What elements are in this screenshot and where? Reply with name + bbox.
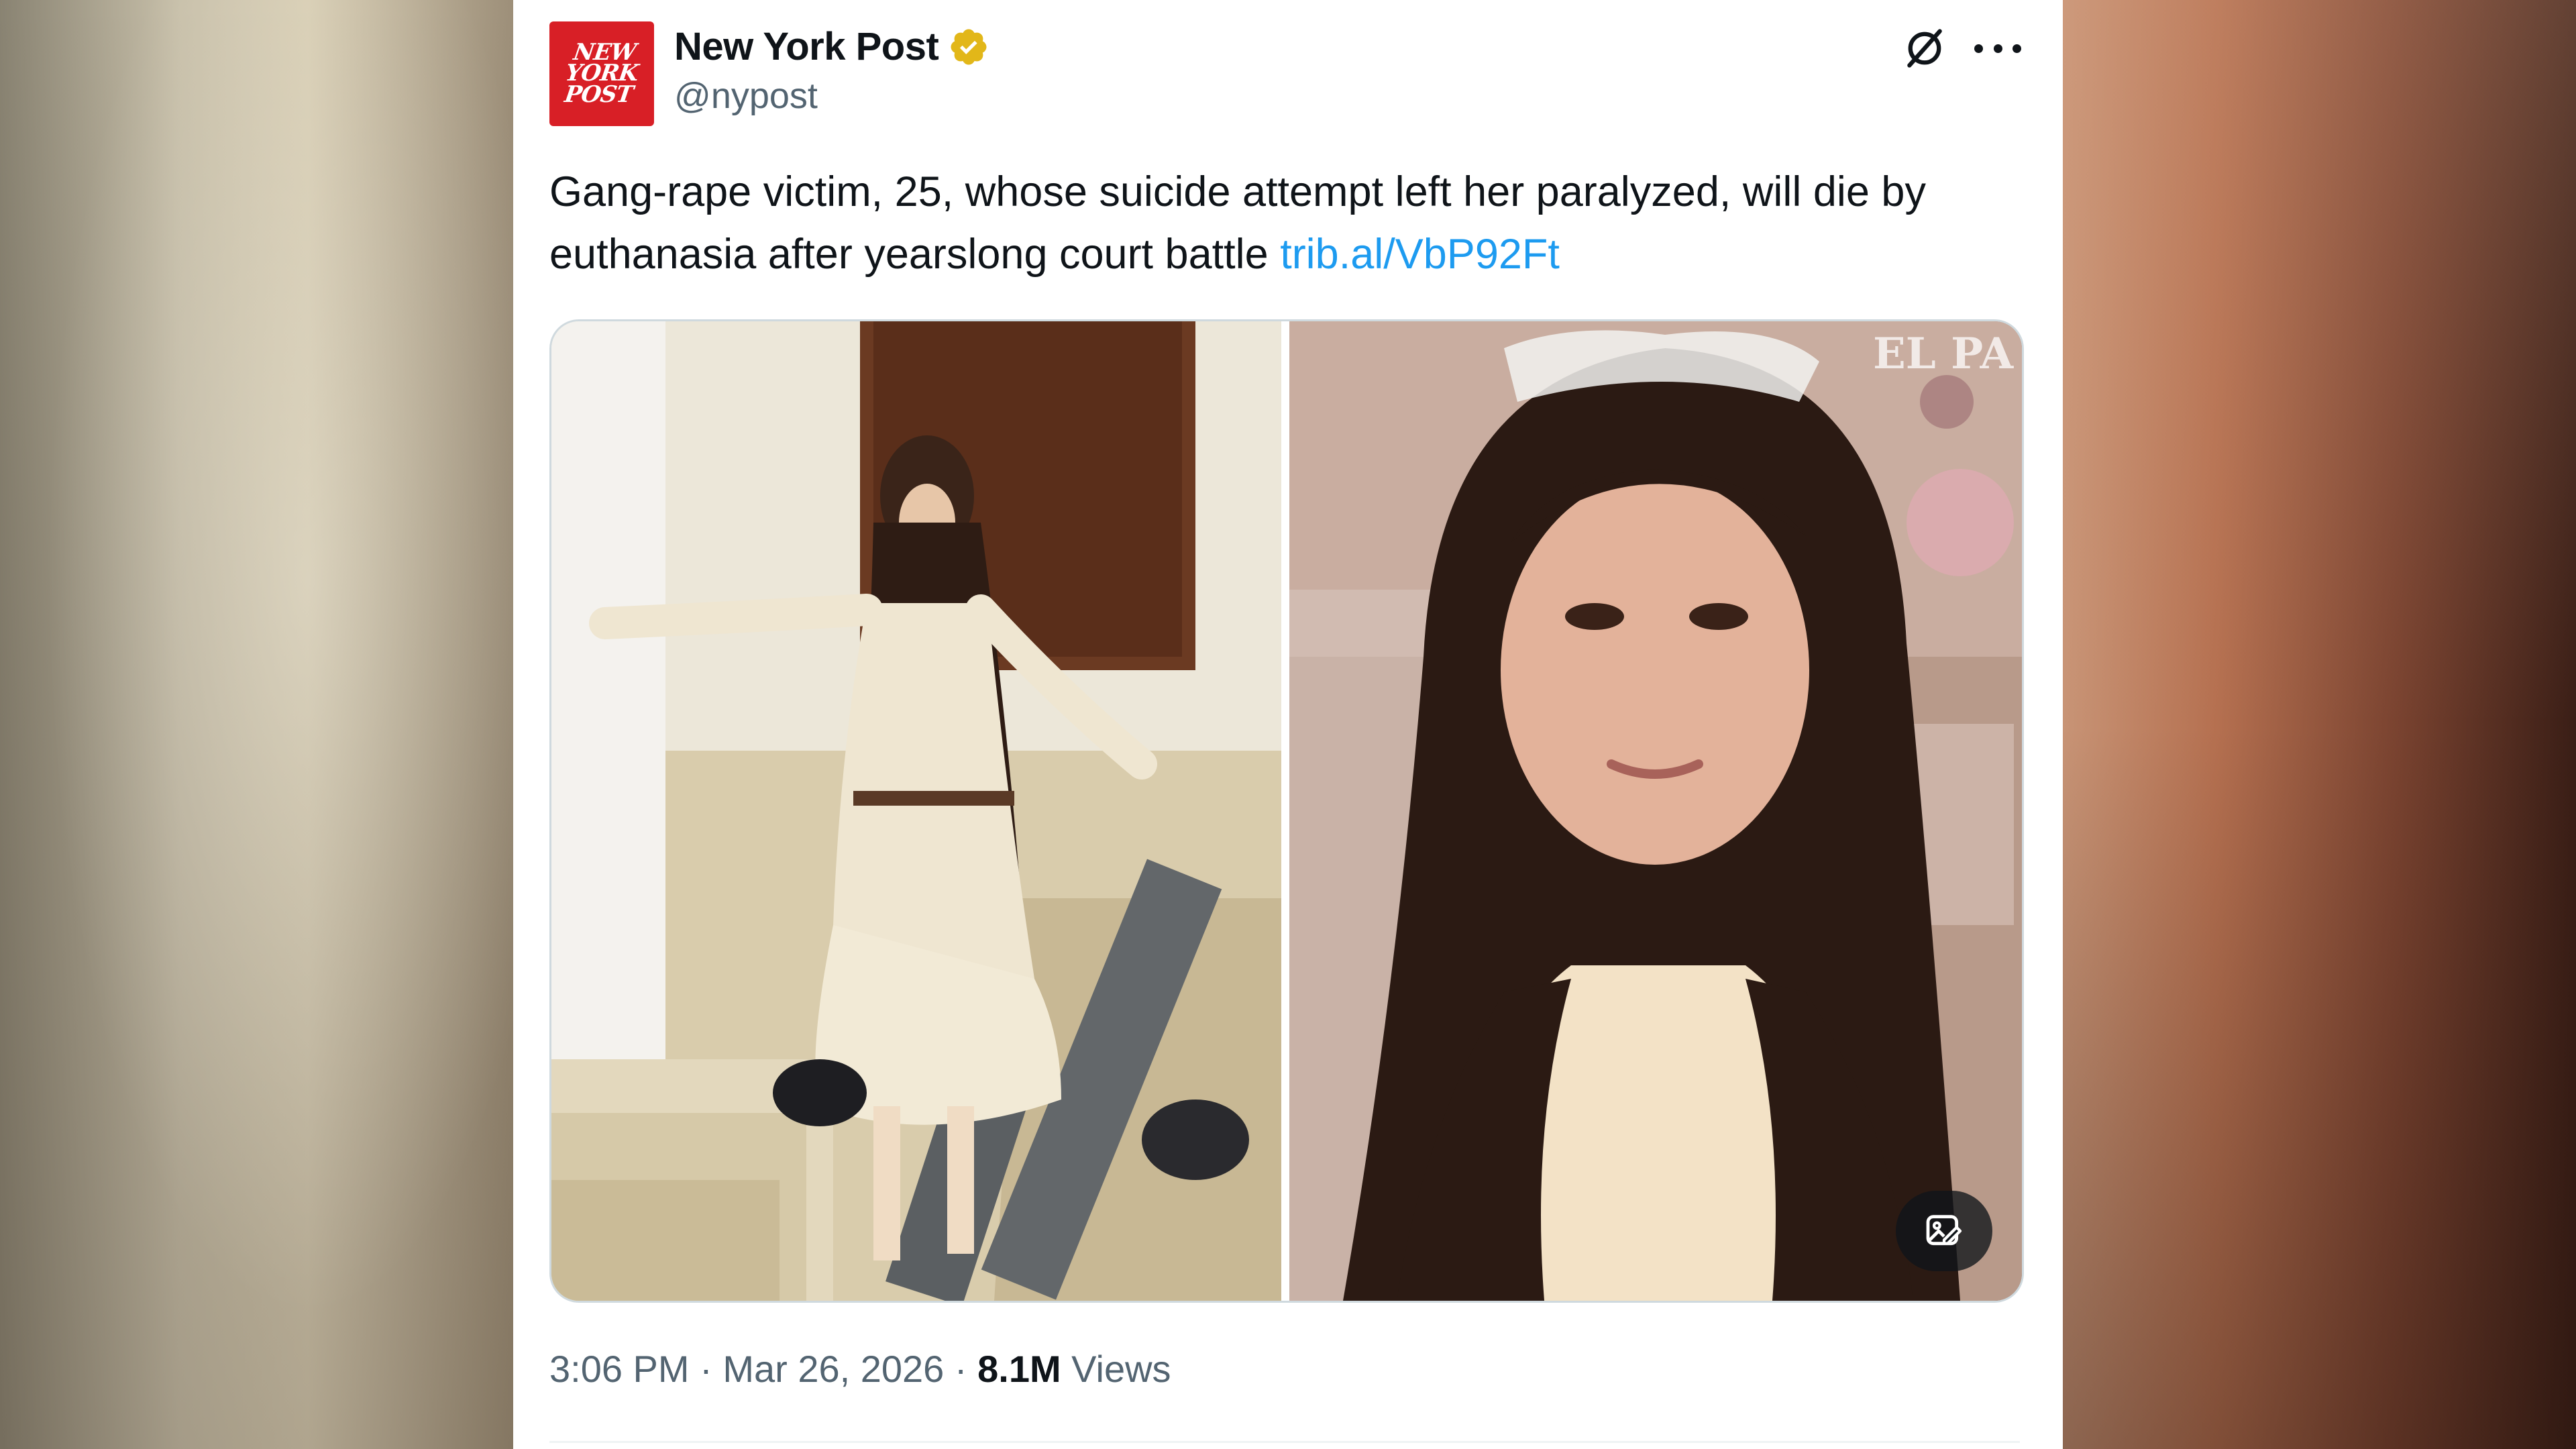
avatar-logo: NEW YORK POST xyxy=(563,39,640,108)
more-icon[interactable] xyxy=(1974,34,2021,63)
tweet-card[interactable]: NEW YORK POST New York Post @nypost Gang… xyxy=(513,0,2063,1449)
author-name-row: New York Post xyxy=(674,24,989,69)
photo-staircase-illustration xyxy=(551,321,1281,1301)
background-blur-left xyxy=(0,0,513,1449)
tweet-time[interactable]: 3:06 PM xyxy=(549,1348,690,1390)
media-photo-portrait[interactable]: EL PA xyxy=(1289,321,2022,1301)
media-photo-staircase[interactable] xyxy=(551,321,1281,1301)
author-handle[interactable]: @nypost xyxy=(674,75,818,117)
photo-portrait-illustration: EL PA xyxy=(1289,321,2022,1301)
tweet-body: Gang-rape victim, 25, whose suicide atte… xyxy=(549,168,1926,278)
tweet-meta: 3:06 PM · Mar 26, 2026 · 8.1M Views xyxy=(549,1347,1171,1391)
author-display-name[interactable]: New York Post xyxy=(674,24,939,69)
media-watermark: EL PA xyxy=(1873,329,2015,379)
edit-image-icon xyxy=(1926,1215,1962,1246)
meta-separator: · xyxy=(700,1348,712,1390)
tweet-media[interactable]: EL PA xyxy=(549,319,2024,1303)
meta-separator: · xyxy=(954,1348,967,1390)
verified-badge-icon[interactable] xyxy=(948,26,989,68)
tweet-link[interactable]: trib.al/VbP92Ft xyxy=(1280,231,1560,278)
background-blur-right xyxy=(2063,0,2576,1449)
edit-image-button[interactable] xyxy=(1896,1191,1992,1271)
grok-icon[interactable] xyxy=(1902,25,1947,71)
tweet-text: Gang-rape victim, 25, whose suicide atte… xyxy=(549,161,2039,286)
divider xyxy=(549,1441,2020,1443)
tweet-date[interactable]: Mar 26, 2026 xyxy=(722,1348,944,1390)
views-count[interactable]: 8.1M xyxy=(977,1348,1061,1390)
views-label[interactable]: Views xyxy=(1071,1348,1171,1390)
avatar[interactable]: NEW YORK POST xyxy=(549,21,654,126)
